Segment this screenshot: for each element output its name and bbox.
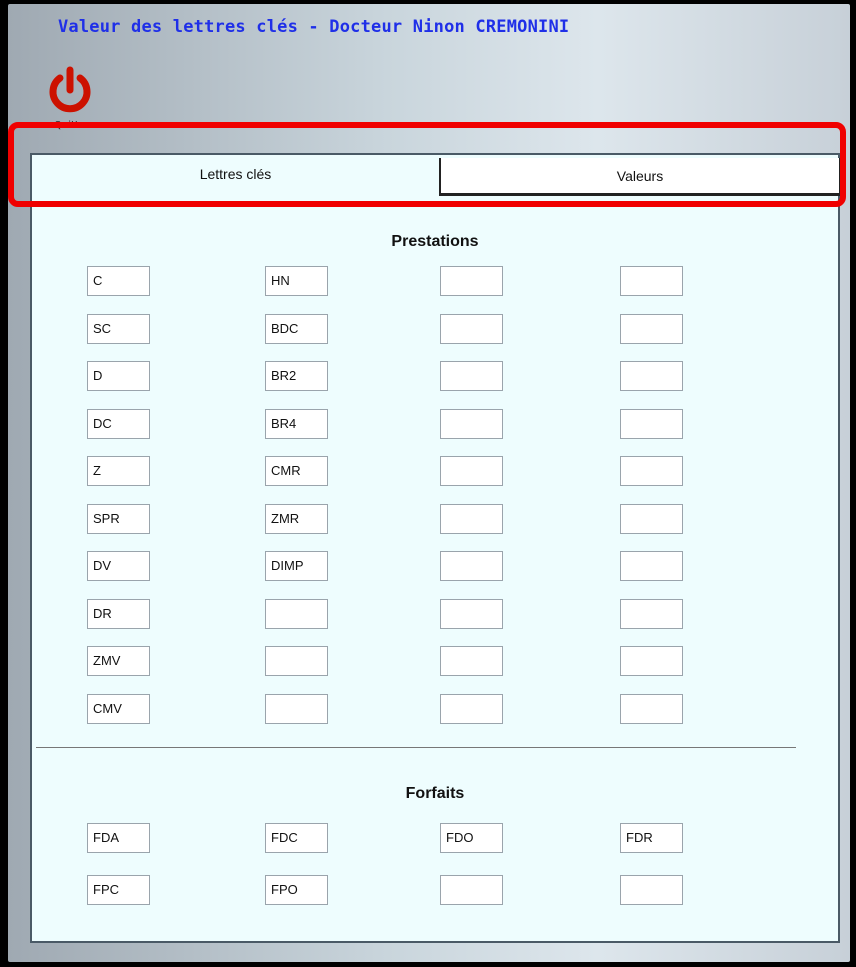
forfaits-field[interactable]: FPC (87, 875, 150, 905)
prestations-field[interactable]: Z (87, 456, 150, 486)
prestations-field[interactable]: HN (265, 266, 328, 296)
forfaits-field[interactable]: FDO (440, 823, 503, 853)
prestations-field[interactable] (440, 408, 503, 439)
forfaits-field[interactable]: FDA (87, 823, 150, 853)
prestations-field[interactable] (440, 266, 503, 296)
prestations-field[interactable] (265, 598, 328, 629)
quit-button[interactable]: Quitter (46, 66, 108, 131)
prestations-field[interactable]: BDC (265, 313, 328, 344)
power-icon (49, 66, 91, 113)
prestations-field[interactable]: SC (87, 313, 150, 344)
prestations-field[interactable] (620, 646, 683, 676)
prestations-field[interactable]: SPR (87, 503, 150, 534)
quit-label: Quitter (54, 120, 90, 131)
prestations-field[interactable] (440, 693, 503, 724)
prestations-field[interactable] (620, 693, 683, 724)
prestations-field[interactable]: D (87, 361, 150, 391)
prestations-field[interactable] (620, 408, 683, 439)
forfaits-field[interactable] (440, 875, 503, 905)
prestations-field[interactable] (440, 456, 503, 486)
prestations-field[interactable] (440, 551, 503, 581)
prestations-field[interactable]: DR (87, 598, 150, 629)
section-divider (36, 747, 796, 748)
prestations-field[interactable] (265, 646, 328, 676)
forfaits-field[interactable]: FDR (620, 823, 683, 853)
prestations-field[interactable] (440, 313, 503, 344)
prestations-field[interactable] (440, 646, 503, 676)
tab-lettres-cles[interactable]: Lettres clés (32, 155, 439, 193)
prestations-field[interactable]: CMV (87, 693, 150, 724)
prestations-field[interactable] (440, 598, 503, 629)
prestations-field[interactable] (620, 503, 683, 534)
prestations-field[interactable]: ZMV (87, 646, 150, 676)
forfaits-title: Forfaits (405, 785, 465, 802)
prestations-field[interactable]: CMR (265, 456, 328, 486)
prestations-field[interactable] (440, 361, 503, 391)
prestations-field[interactable] (620, 313, 683, 344)
prestations-field[interactable]: ZMR (265, 503, 328, 534)
prestations-field[interactable]: DC (87, 408, 150, 439)
tab-valeurs[interactable]: Valeurs (439, 158, 841, 196)
prestations-field[interactable] (620, 598, 683, 629)
prestations-field[interactable] (620, 456, 683, 486)
prestations-field[interactable]: DV (87, 551, 150, 581)
prestations-field[interactable]: BR4 (265, 408, 328, 439)
prestations-field[interactable] (620, 266, 683, 296)
prestations-field[interactable]: C (87, 266, 150, 296)
prestations-field[interactable] (620, 551, 683, 581)
forfaits-field[interactable]: FDC (265, 823, 328, 853)
prestations-field[interactable] (440, 503, 503, 534)
forfaits-field[interactable] (620, 875, 683, 905)
prestations-field[interactable] (620, 361, 683, 391)
prestations-field[interactable]: BR2 (265, 361, 328, 391)
forfaits-field[interactable]: FPO (265, 875, 328, 905)
prestations-field[interactable]: DIMP (265, 551, 328, 581)
lettres-cles-panel: Lettres clés Valeurs Prestations C SC D DC Z… (30, 153, 841, 943)
window-title: Valeur des lettres clés - Docteur Ninon … (58, 17, 570, 37)
prestations-field[interactable] (265, 693, 328, 724)
prestations-title: Prestations (391, 233, 479, 250)
